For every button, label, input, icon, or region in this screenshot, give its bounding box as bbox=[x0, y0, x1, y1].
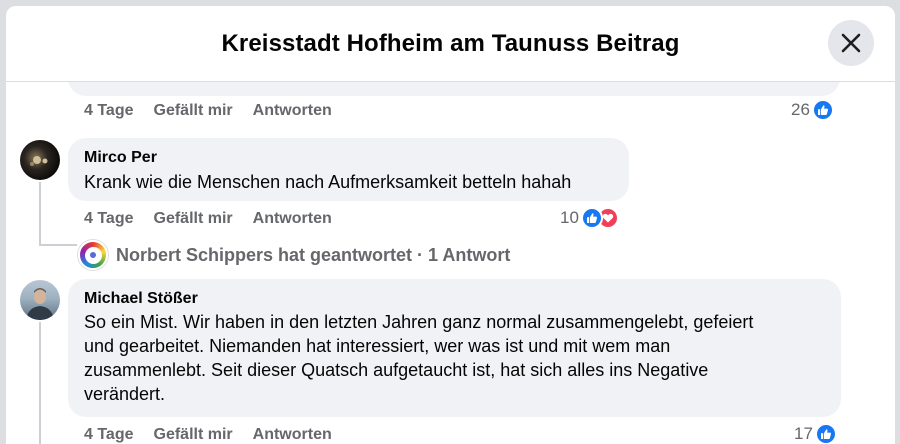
close-button[interactable] bbox=[828, 20, 874, 66]
comment-actions: 4 Tage Gefällt mir Antworten bbox=[84, 210, 332, 228]
comment-bubble: Mirco Per Krank wie die Menschen nach Au… bbox=[68, 138, 629, 201]
previous-comment-actions: 4 Tage Gefällt mir Antworten bbox=[84, 102, 332, 120]
reply-button[interactable]: Antworten bbox=[253, 102, 332, 120]
like-icon bbox=[811, 99, 834, 121]
like-button[interactable]: Gefällt mir bbox=[154, 102, 233, 120]
reaction-count: 26 bbox=[791, 100, 810, 119]
comment-reactions[interactable]: 17 bbox=[794, 423, 837, 444]
avatar-photo bbox=[30, 156, 48, 166]
comment-timestamp[interactable]: 4 Tage bbox=[84, 102, 134, 120]
comment-bubble: Michael Stößer So ein Mist. Wir haben in… bbox=[68, 279, 841, 417]
reaction-count: 17 bbox=[794, 424, 813, 443]
comment-author[interactable]: Michael Stößer bbox=[84, 290, 198, 308]
reply-avatar bbox=[78, 240, 108, 270]
like-icon bbox=[814, 423, 837, 444]
reaction-count: 10 bbox=[560, 208, 579, 227]
thread-line bbox=[39, 182, 41, 246]
modal-header: Kreisstadt Hofheim am Taunuss Beitrag bbox=[6, 6, 895, 82]
view-replies-link[interactable]: Norbert Schippers hat geantwortet · 1 An… bbox=[78, 240, 510, 270]
comment-text-line: verändert. bbox=[84, 384, 166, 404]
comment-timestamp[interactable]: 4 Tage bbox=[84, 210, 134, 228]
modal-title: Kreisstadt Hofheim am Taunuss Beitrag bbox=[221, 30, 680, 57]
close-icon bbox=[841, 33, 861, 53]
comment-reactions[interactable]: 10 bbox=[560, 207, 619, 229]
reply-summary-text: Norbert Schippers hat geantwortet · 1 An… bbox=[116, 244, 511, 265]
reply-avatar-center bbox=[84, 246, 102, 264]
like-icon bbox=[580, 207, 603, 229]
comment-text-line: So ein Mist. Wir haben in den letzten Ja… bbox=[84, 312, 754, 332]
previous-comment-reactions[interactable]: 26 bbox=[791, 99, 834, 121]
like-button[interactable]: Gefällt mir bbox=[154, 426, 233, 444]
comment-actions: 4 Tage Gefällt mir Antworten bbox=[84, 426, 332, 444]
reply-button[interactable]: Antworten bbox=[253, 210, 332, 228]
comment-text-line: zusammenlebt. Seit dieser Quatsch aufget… bbox=[84, 360, 709, 380]
thread-connector bbox=[39, 244, 77, 246]
comment-author[interactable]: Mirco Per bbox=[84, 149, 157, 167]
reply-button[interactable]: Antworten bbox=[253, 426, 332, 444]
comment-text: Krank wie die Menschen nach Aufmerksamke… bbox=[84, 172, 572, 192]
comment-text: So ein Mist. Wir haben in den letzten Ja… bbox=[84, 310, 753, 406]
avatar[interactable] bbox=[20, 280, 60, 320]
comment-text-line: und gearbeitet. Niemanden hat interessie… bbox=[84, 336, 671, 356]
avatar[interactable] bbox=[20, 140, 60, 180]
comment-timestamp[interactable]: 4 Tage bbox=[84, 426, 134, 444]
thread-line bbox=[39, 322, 41, 444]
comments-list: 4 Tage Gefällt mir Antworten 26 Mirco Pe… bbox=[6, 52, 895, 444]
post-modal: Kreisstadt Hofheim am Taunuss Beitrag 4 … bbox=[6, 6, 895, 444]
like-button[interactable]: Gefällt mir bbox=[154, 210, 233, 228]
avatar-photo bbox=[26, 288, 54, 320]
